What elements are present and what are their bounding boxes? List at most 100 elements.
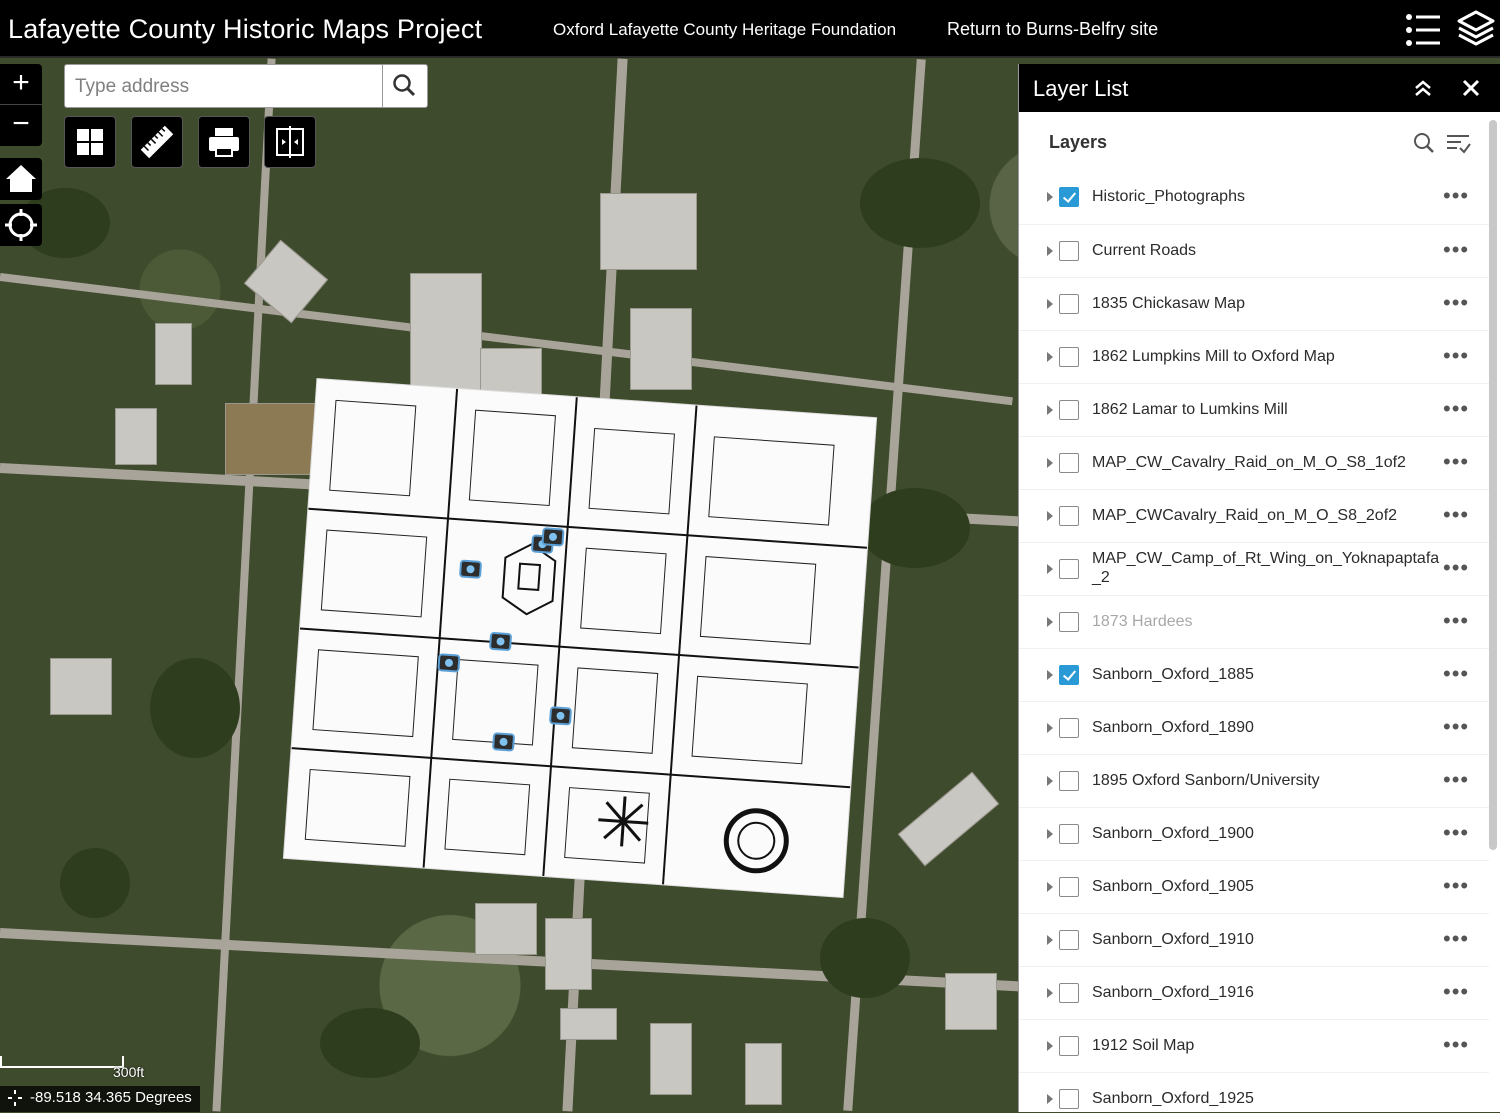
layer-row[interactable]: MAP_CWCavalry_Raid_on_M_O_S8_2of2 ••• [1019, 489, 1489, 543]
layer-checkbox[interactable] [1059, 877, 1079, 897]
coordinate-readout[interactable]: -89.518 34.365 Degrees [0, 1086, 200, 1112]
expand-arrow-icon[interactable] [1047, 246, 1053, 256]
zoom-out-button[interactable]: − [0, 104, 42, 145]
expand-arrow-icon[interactable] [1047, 299, 1053, 309]
expand-arrow-icon[interactable] [1047, 988, 1053, 998]
layer-row[interactable]: Sanborn_Oxford_1890 ••• [1019, 701, 1489, 755]
layer-row[interactable]: Sanborn_Oxford_1916 ••• [1019, 966, 1489, 1020]
expand-arrow-icon[interactable] [1047, 192, 1053, 202]
layer-row[interactable]: Current Roads ••• [1019, 224, 1489, 278]
more-options-icon[interactable]: ••• [1443, 398, 1469, 420]
expand-arrow-icon[interactable] [1047, 1094, 1053, 1104]
layer-checkbox[interactable] [1059, 453, 1079, 473]
more-options-icon[interactable]: ••• [1443, 239, 1469, 261]
more-options-icon[interactable]: ••• [1443, 451, 1469, 473]
return-burns-belfry-link[interactable]: Return to Burns-Belfry site [947, 19, 1158, 40]
more-options-icon[interactable]: ••• [1443, 345, 1469, 367]
layer-checkbox[interactable] [1059, 187, 1079, 207]
layer-checkbox[interactable] [1059, 824, 1079, 844]
layer-checkbox[interactable] [1059, 771, 1079, 791]
expand-arrow-icon[interactable] [1047, 617, 1053, 627]
filter-icon[interactable] [1445, 130, 1471, 156]
layer-row[interactable]: Historic_Photographs ••• [1019, 171, 1489, 224]
layer-checkbox[interactable] [1059, 1089, 1079, 1109]
print-button[interactable] [198, 116, 250, 168]
collapse-icon[interactable] [1413, 78, 1433, 98]
layer-row[interactable]: 1895 Oxford Sanborn/University ••• [1019, 754, 1489, 808]
expand-arrow-icon[interactable] [1047, 1041, 1053, 1051]
more-options-icon[interactable]: ••• [1443, 185, 1469, 207]
zoom-in-button[interactable]: + [0, 64, 42, 104]
expand-arrow-icon[interactable] [1047, 882, 1053, 892]
layer-checkbox[interactable] [1059, 347, 1079, 367]
layer-checkbox[interactable] [1059, 506, 1079, 526]
layer-row[interactable]: Sanborn_Oxford_1910 ••• [1019, 913, 1489, 967]
expand-arrow-icon[interactable] [1047, 776, 1053, 786]
expand-arrow-icon[interactable] [1047, 511, 1053, 521]
layer-checkbox[interactable] [1059, 718, 1079, 738]
expand-arrow-icon[interactable] [1047, 670, 1053, 680]
expand-arrow-icon[interactable] [1047, 723, 1053, 733]
photo-marker[interactable] [541, 527, 565, 547]
more-options-icon[interactable]: ••• [1443, 769, 1469, 791]
layer-row[interactable]: 1862 Lamar to Lumkins Mill ••• [1019, 383, 1489, 437]
layer-row[interactable]: Sanborn_Oxford_1905 ••• [1019, 860, 1489, 914]
more-options-icon[interactable]: ••• [1443, 610, 1469, 632]
layer-checkbox[interactable] [1059, 612, 1079, 632]
search-input[interactable] [73, 73, 377, 101]
search-button[interactable] [382, 65, 427, 107]
expand-arrow-icon[interactable] [1047, 458, 1053, 468]
scale-bar [0, 1056, 124, 1068]
heritage-foundation-link[interactable]: Oxford Lafayette County Heritage Foundat… [553, 20, 896, 40]
layer-checkbox[interactable] [1059, 559, 1079, 579]
layer-row[interactable]: Sanborn_Oxford_1885 ••• [1019, 648, 1489, 702]
more-options-icon[interactable]: ••• [1443, 981, 1469, 1003]
swipe-button[interactable] [264, 116, 316, 168]
more-options-icon[interactable]: ••• [1443, 822, 1469, 844]
more-options-icon[interactable]: ••• [1443, 875, 1469, 897]
expand-arrow-icon[interactable] [1047, 352, 1053, 362]
layer-row[interactable]: 1912 Soil Map ••• [1019, 1019, 1489, 1073]
layer-row[interactable]: Sanborn_Oxford_1900 ••• [1019, 807, 1489, 861]
layer-checkbox[interactable] [1059, 400, 1079, 420]
locate-button[interactable] [0, 204, 42, 246]
layer-label: 1862 Lamar to Lumkins Mill [1092, 401, 1288, 418]
expand-arrow-icon[interactable] [1047, 564, 1053, 574]
layer-checkbox[interactable] [1059, 294, 1079, 314]
layer-row[interactable]: Sanborn_Oxford_1925 [1019, 1072, 1489, 1113]
layer-row[interactable]: 1862 Lumpkins Mill to Oxford Map ••• [1019, 330, 1489, 384]
more-options-icon[interactable]: ••• [1443, 292, 1469, 314]
layer-row[interactable]: 1835 Chickasaw Map ••• [1019, 277, 1489, 331]
layer-checkbox[interactable] [1059, 241, 1079, 261]
photo-marker[interactable] [491, 732, 516, 752]
more-options-icon[interactable]: ••• [1443, 663, 1469, 685]
layer-checkbox[interactable] [1059, 983, 1079, 1003]
scale-label: 300ft [113, 1064, 145, 1080]
more-options-icon[interactable]: ••• [1443, 557, 1469, 579]
expand-arrow-icon[interactable] [1047, 829, 1053, 839]
layer-checkbox[interactable] [1059, 665, 1079, 685]
more-options-icon[interactable]: ••• [1443, 504, 1469, 526]
layer-row[interactable]: MAP_CW_Cavalry_Raid_on_M_O_S8_1of2 ••• [1019, 436, 1489, 490]
photo-marker[interactable] [437, 653, 461, 673]
expand-arrow-icon[interactable] [1047, 405, 1053, 415]
more-options-icon[interactable]: ••• [1443, 716, 1469, 738]
photo-marker[interactable] [458, 559, 483, 579]
panel-scrollbar[interactable] [1489, 120, 1497, 850]
layer-checkbox[interactable] [1059, 1036, 1079, 1056]
layers-icon[interactable] [1456, 8, 1496, 48]
search-icon[interactable] [1413, 132, 1435, 154]
list-icon[interactable] [1402, 10, 1442, 50]
close-icon[interactable] [1461, 78, 1481, 98]
photo-marker[interactable] [488, 631, 513, 652]
measure-button[interactable] [131, 116, 183, 168]
more-options-icon[interactable]: ••• [1443, 1034, 1469, 1056]
layer-row[interactable]: MAP_CW_Camp_of_Rt_Wing_on_Yoknapaptafa_2… [1019, 542, 1489, 596]
layer-checkbox[interactable] [1059, 930, 1079, 950]
basemap-gallery-button[interactable] [64, 116, 116, 168]
home-button[interactable] [0, 158, 42, 200]
photo-marker[interactable] [548, 706, 573, 726]
expand-arrow-icon[interactable] [1047, 935, 1053, 945]
layer-row[interactable]: 1873 Hardees ••• [1019, 595, 1489, 649]
more-options-icon[interactable]: ••• [1443, 928, 1469, 950]
